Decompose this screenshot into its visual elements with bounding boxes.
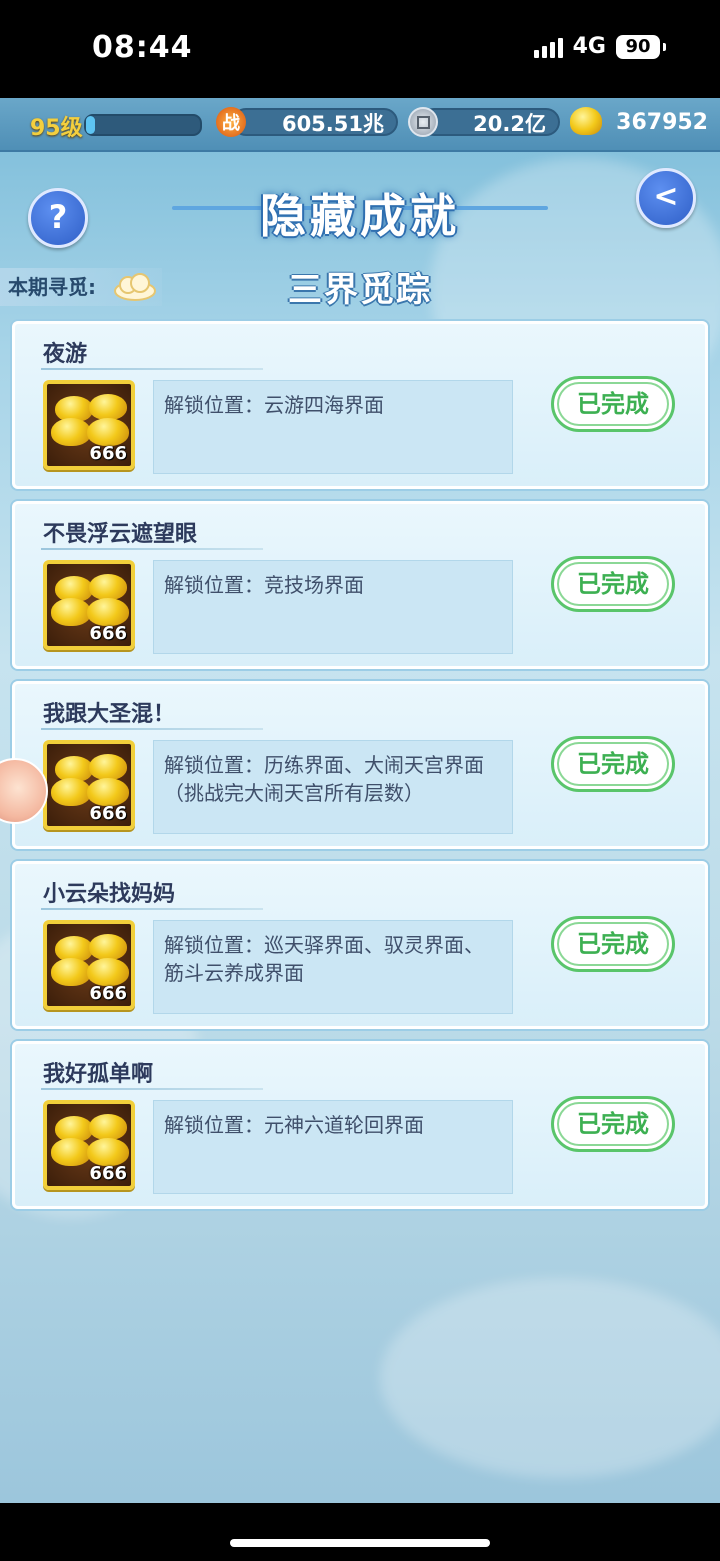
achievement-name: 不畏浮云遮望眼 [43, 522, 198, 547]
achievement-name: 我好孤单啊 [43, 1062, 154, 1087]
completed-button[interactable]: 已完成 [551, 916, 675, 972]
achievement-name: 我跟大圣混！ [43, 702, 176, 727]
reward-count: 666 [89, 623, 127, 644]
completed-button[interactable]: 已完成 [551, 736, 675, 792]
reward-gold-ingot-icon[interactable]: 666 [43, 560, 135, 650]
page-title: 隐藏成就 [260, 189, 460, 243]
combat-power-value: 605.51兆 [232, 108, 398, 136]
achievement-card: 小云朵找妈妈 666 解锁位置：巡天驿界面、驭灵界面、筋斗云养成界面 已完成 [12, 861, 708, 1029]
completed-button[interactable]: 已完成 [551, 1096, 675, 1152]
unlock-location: 解锁位置：云游四海界面 [153, 380, 513, 474]
title-underline [41, 728, 263, 730]
unlock-location: 解锁位置：竞技场界面 [153, 560, 513, 654]
title-underline [41, 1088, 263, 1090]
completed-button[interactable]: 已完成 [551, 556, 675, 612]
bottom-safe-area [0, 1503, 720, 1561]
silver-coin-icon [408, 107, 438, 137]
exp-bar-fill [86, 116, 96, 134]
gold-ingot-icon [570, 107, 602, 135]
reward-count: 666 [89, 1163, 127, 1184]
status-time: 08:44 [92, 30, 193, 65]
title-underline [41, 548, 263, 550]
reward-count: 666 [89, 443, 127, 464]
network-label: 4G [572, 34, 606, 59]
achievement-card: 我跟大圣混！ 666 解锁位置：历练界面、大闹天宫界面（挑战完大闹天宫所有层数）… [12, 681, 708, 849]
unlock-location: 解锁位置：巡天驿界面、驭灵界面、筋斗云养成界面 [153, 920, 513, 1014]
reward-gold-ingot-icon[interactable]: 666 [43, 920, 135, 1010]
background-mist [380, 1278, 720, 1478]
back-button[interactable]: < [636, 168, 696, 228]
game-screen: 95级 605.51兆 战 20.2亿 367952 隐藏成就 ? < 本期寻觅… [0, 98, 720, 1503]
reward-gold-ingot-icon[interactable]: 666 [43, 740, 135, 830]
status-right: 4G 90 [533, 34, 666, 59]
exp-bar [84, 114, 202, 136]
signal-icon [533, 36, 563, 58]
period-subtitle: 三界觅踪 [288, 270, 432, 310]
combat-icon: 战 [216, 107, 246, 137]
achievement-card: 夜游 666 解锁位置：云游四海界面 已完成 [12, 321, 708, 489]
reward-gold-ingot-icon[interactable]: 666 [43, 380, 135, 470]
completed-button[interactable]: 已完成 [551, 376, 675, 432]
player-level: 95级 [30, 116, 83, 141]
achievement-name: 夜游 [43, 342, 88, 367]
silver-value: 20.2亿 [420, 108, 560, 136]
status-bar: 08:44 4G 90 [0, 0, 720, 98]
reward-gold-ingot-icon[interactable]: 666 [43, 1100, 135, 1190]
gold-value: 367952 [616, 110, 708, 135]
unlock-location: 解锁位置：元神六道轮回界面 [153, 1100, 513, 1194]
achievement-name: 小云朵找妈妈 [43, 882, 176, 907]
achievement-card: 我好孤单啊 666 解锁位置：元神六道轮回界面 已完成 [12, 1041, 708, 1209]
home-indicator[interactable] [230, 1539, 490, 1547]
achievement-card: 不畏浮云遮望眼 666 解锁位置：竞技场界面 已完成 [12, 501, 708, 669]
reward-count: 666 [89, 803, 127, 824]
help-button[interactable]: ? [28, 188, 88, 248]
battery-icon: 90 [616, 34, 666, 59]
title-underline [41, 368, 263, 370]
reward-count: 666 [89, 983, 127, 1004]
resource-bar: 95级 605.51兆 战 20.2亿 367952 [0, 98, 720, 152]
title-underline [41, 908, 263, 910]
unlock-location: 解锁位置：历练界面、大闹天宫界面（挑战完大闹天宫所有层数） [153, 740, 513, 834]
